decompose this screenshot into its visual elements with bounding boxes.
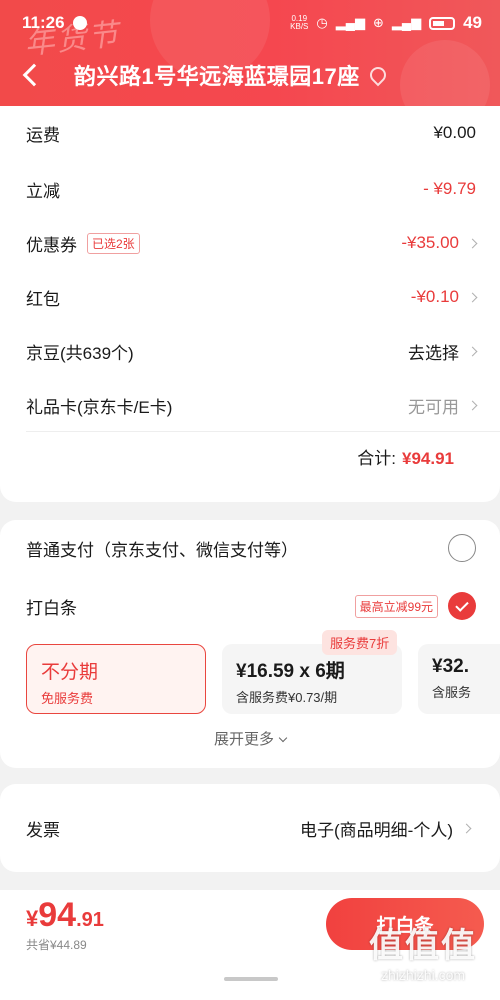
battery-icon — [429, 16, 456, 30]
baitiao-promo-tag: 最高立减99元 — [354, 594, 438, 618]
normal-payment-radio[interactable] — [448, 534, 476, 562]
installment-plans: 不分期 免服务费 ¥16.59 x 6期 含服务费¥0.73/期 ¥32. 含服… — [26, 644, 500, 714]
chevron-right-icon — [467, 400, 478, 410]
address-title[interactable]: 韵兴路1号华远海蓝璟园17座 — [74, 59, 360, 91]
plan-subtitle: 含服务费¥0.73/期 — [236, 690, 338, 705]
status-bar: 11:26 0.19 KB/S ◷ ▂▄▆ ⊕ ▂▄▆ 49 — [22, 10, 482, 36]
plan-subtitle: 含服务 — [432, 685, 472, 700]
chevron-right-icon — [467, 238, 478, 248]
red-packet-value: -¥0.10 — [410, 287, 459, 306]
status-right: 0.19 KB/S ◷ ▂▄▆ ⊕ ▂▄▆ 49 — [290, 13, 482, 33]
home-indicator[interactable] — [224, 977, 278, 981]
total-line: 合计: ¥94.91 — [357, 444, 454, 469]
invoice-value: 电子(商品明细-个人) — [300, 820, 453, 840]
back-button[interactable] — [0, 52, 60, 98]
gift-card-value: 无可用 — [408, 397, 459, 417]
gift-card-label: 礼品卡(京东卡/E卡) — [26, 397, 173, 417]
coupon-label: 优惠券 — [26, 235, 77, 255]
coupon-value: -¥35.00 — [401, 233, 459, 252]
divider — [26, 431, 500, 432]
plan-title: ¥32. — [432, 656, 469, 677]
baitiao-label: 打白条 — [26, 598, 77, 618]
location-pin-icon — [366, 63, 390, 87]
expand-more-label: 展开更多 — [213, 731, 274, 748]
invoice-card: 发票 电子(商品明细-个人) — [0, 784, 500, 872]
coupon-row[interactable]: 优惠券 已选2张 -¥35.00 — [26, 216, 478, 270]
chevron-right-icon — [467, 346, 478, 356]
net-speed: 0.19 KB/S — [290, 15, 308, 31]
header: 年货节 11:26 0.19 KB/S ◷ ▂▄▆ ⊕ ▂▄▆ 49 韵兴路1号… — [0, 0, 500, 106]
freight-value: ¥0.00 — [433, 123, 476, 142]
hd-icon: ⊕ — [372, 15, 384, 30]
price-decimal: .91 — [76, 909, 104, 931]
back-arrow-icon — [22, 63, 46, 87]
fee-discount-badge: 服务费7折 — [322, 630, 398, 655]
jd-beans-value: 去选择 — [408, 343, 459, 363]
status-time: 11:26 — [22, 13, 65, 32]
plan-option[interactable]: 不分期 免服务费 — [26, 644, 206, 714]
fee-card: 运费 ¥0.00 立减 - ¥9.79 优惠券 已选2张 -¥35.00 红包 … — [0, 106, 500, 502]
expand-more-button[interactable]: 展开更多 — [0, 728, 500, 749]
normal-payment-label: 普通支付（京东支付、微信支付等） — [26, 540, 298, 560]
red-packet-label: 红包 — [26, 289, 60, 309]
total-value: ¥94.91 — [402, 449, 454, 468]
plan-title: ¥16.59 x 6期 — [236, 661, 345, 682]
normal-payment-option[interactable]: 普通支付（京东支付、微信支付等） — [26, 528, 476, 568]
net-speed-unit: KB/S — [290, 22, 309, 31]
saved-amount: 共省¥44.89 — [26, 938, 87, 952]
chevron-right-icon — [461, 823, 472, 833]
total-label: 合计: — [357, 449, 396, 468]
watermark: 值值值 zhizhizhi.com — [350, 918, 496, 983]
alarm-icon: ◷ — [316, 15, 328, 30]
plan-title: 不分期 — [41, 662, 99, 683]
invoice-row[interactable]: 发票 电子(商品明细-个人) — [26, 808, 472, 848]
jd-beans-label: 京豆(共639个) — [26, 343, 134, 363]
red-packet-row[interactable]: 红包 -¥0.10 — [26, 270, 478, 324]
discount-value: - ¥9.79 — [423, 179, 476, 198]
watermark-site: zhizhizhi.com — [380, 967, 466, 983]
gift-card-row[interactable]: 礼品卡(京东卡/E卡) 无可用 — [26, 378, 478, 432]
baitiao-option[interactable]: 打白条 最高立减99元 — [26, 586, 476, 626]
freight-row: 运费 ¥0.00 — [26, 106, 476, 160]
chevron-down-icon — [278, 733, 288, 743]
discount-row: 立减 - ¥9.79 — [26, 162, 476, 216]
notification-dot-icon — [72, 16, 87, 30]
nav-bar: 韵兴路1号华远海蓝璟园17座 — [0, 52, 500, 98]
price-integer: 94 — [38, 896, 77, 934]
chevron-right-icon — [467, 292, 478, 302]
invoice-label: 发票 — [26, 820, 60, 840]
plan-option[interactable]: ¥32. 含服务 — [418, 644, 500, 714]
signal-icon: ▂▄▆ — [335, 15, 365, 30]
currency-symbol: ¥ — [26, 906, 39, 931]
plan-subtitle: 免服务费 — [41, 691, 94, 706]
baitiao-check-icon[interactable] — [448, 592, 476, 620]
payment-card: 普通支付（京东支付、微信支付等） 打白条 最高立减99元 服务费7折 不分期 免… — [0, 520, 500, 768]
discount-label: 立减 — [26, 181, 60, 201]
jd-beans-row[interactable]: 京豆(共639个) 去选择 — [26, 324, 478, 378]
coupon-count-tag: 已选2张 — [87, 232, 140, 254]
signal-icon-2: ▂▄▆ — [391, 15, 422, 30]
final-price: ¥94.91 — [26, 896, 104, 935]
watermark-logo: 值值值 — [369, 927, 477, 965]
freight-label: 运费 — [26, 125, 60, 145]
battery-level: 49 — [463, 13, 482, 32]
